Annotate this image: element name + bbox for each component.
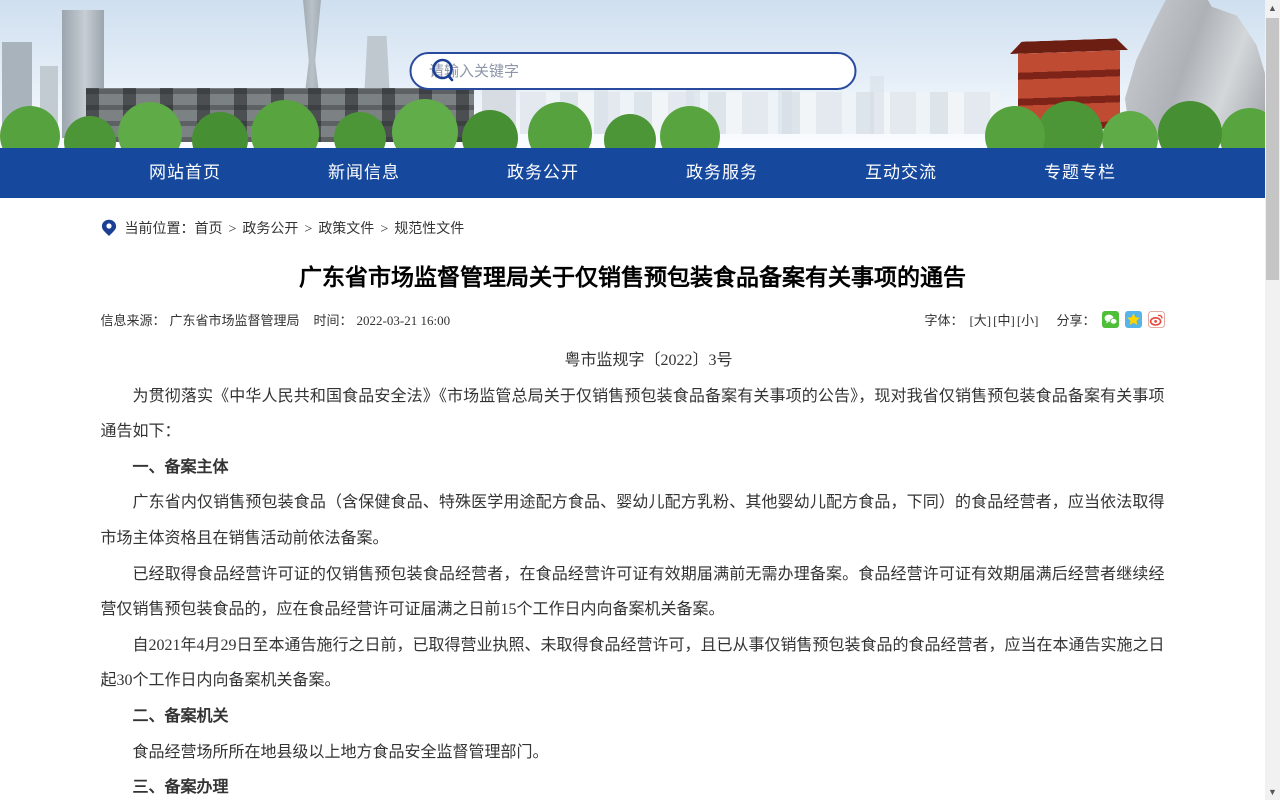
weibo-share-button[interactable] xyxy=(1148,311,1165,328)
breadcrumb-item[interactable]: 政策文件 xyxy=(318,222,374,237)
wechat-share-button[interactable] xyxy=(1102,311,1119,328)
nav-item[interactable]: 政务公开 xyxy=(454,148,633,198)
font-size-buttons: [大][中][小] xyxy=(969,310,1040,329)
search-icon xyxy=(430,58,456,84)
qzone-share-button[interactable] xyxy=(1125,311,1142,328)
header-banner xyxy=(0,0,1265,148)
article-meta-left: 信息来源： 广东省市场监督管理局时间： 2022-03-21 16:00 xyxy=(101,310,455,329)
font-size-button[interactable]: [中] xyxy=(993,313,1015,328)
section-heading: 二、备案机关 xyxy=(101,699,1165,735)
scrollbar[interactable]: ▲ ▼ xyxy=(1265,0,1280,800)
time-value: 2022-03-21 16:00 xyxy=(357,313,451,328)
breadcrumb-separator: > xyxy=(304,222,312,237)
search-button[interactable] xyxy=(429,57,457,85)
breadcrumb: 当前位置： 首页 > 政务公开 > 政策文件 > 规范性文件 xyxy=(101,218,1165,238)
font-size-button[interactable]: [小] xyxy=(1017,313,1039,328)
nav-menu: 网站首页新闻信息政务公开政务服务互动交流专题专栏 xyxy=(96,148,1170,198)
scroll-down-button[interactable]: ▼ xyxy=(1265,784,1280,800)
wechat-icon xyxy=(1102,311,1119,328)
article-paragraphs: 为贯彻落实《中华人民共和国食品安全法》《市场监管总局关于仅销售预包装食品备案有关… xyxy=(101,379,1165,800)
document-number: 粤市监规字〔2022〕3号 xyxy=(101,343,1165,379)
location-pin-icon xyxy=(101,219,117,237)
page-title: 广东省市场监督管理局关于仅销售预包装食品备案有关事项的通告 xyxy=(101,258,1165,292)
section-heading: 一、备案主体 xyxy=(101,450,1165,486)
breadcrumb-item[interactable]: 首页 xyxy=(195,222,223,237)
font-size-label: 字体： xyxy=(924,310,963,329)
article-body: 粤市监规字〔2022〕3号 为贯彻落实《中华人民共和国食品安全法》《市场监管总局… xyxy=(101,343,1165,800)
qzone-icon xyxy=(1125,311,1142,328)
search-bar xyxy=(409,52,856,90)
breadcrumb-separator: > xyxy=(229,222,237,237)
article-meta: 信息来源： 广东省市场监督管理局时间： 2022-03-21 16:00 字体： [… xyxy=(101,310,1165,329)
source-label: 信息来源： xyxy=(101,313,166,328)
breadcrumb-separator: > xyxy=(380,222,388,237)
source-value: 广东省市场监督管理局 xyxy=(170,313,300,328)
scroll-up-button[interactable]: ▲ xyxy=(1265,0,1280,16)
paragraph: 为贯彻落实《中华人民共和国食品安全法》《市场监管总局关于仅销售预包装食品备案有关… xyxy=(101,379,1165,450)
breadcrumb-item[interactable]: 规范性文件 xyxy=(394,222,464,237)
museum-building-illustration xyxy=(86,88,474,142)
nav-item[interactable]: 专题专栏 xyxy=(991,148,1170,198)
five-rams-statue-illustration xyxy=(1125,0,1265,140)
breadcrumb-items: 首页 > 政务公开 > 政策文件 > 规范性文件 xyxy=(195,218,465,238)
time-label: 时间： xyxy=(314,313,353,328)
paragraph: 自2021年4月29日至本通告施行之日前，已取得营业执照、未取得食品经营许可，且… xyxy=(101,628,1165,699)
scrollbar-thumb[interactable] xyxy=(1266,18,1279,280)
page: 网站首页新闻信息政务公开政务服务互动交流专题专栏 当前位置： 首页>政务公开>政… xyxy=(0,0,1265,800)
weibo-icon xyxy=(1148,311,1165,328)
nav-item[interactable]: 互动交流 xyxy=(812,148,991,198)
section-heading: 三、备案办理 xyxy=(101,770,1165,800)
nav-item[interactable]: 新闻信息 xyxy=(275,148,454,198)
nav-item[interactable]: 网站首页 xyxy=(96,148,275,198)
nav-item[interactable]: 政务服务 xyxy=(633,148,812,198)
main-nav: 网站首页新闻信息政务公开政务服务互动交流专题专栏 xyxy=(0,148,1265,198)
breadcrumb-label: 当前位置： xyxy=(125,218,195,238)
breadcrumb-item[interactable]: 政务公开 xyxy=(242,222,298,237)
search-input[interactable] xyxy=(429,63,628,80)
paragraph: 食品经营场所所在地县级以上地方食品安全监督管理部门。 xyxy=(101,735,1165,771)
paragraph: 广东省内仅销售预包装食品（含保健食品、特殊医学用途配方食品、婴幼儿配方乳粉、其他… xyxy=(101,485,1165,556)
font-size-button[interactable]: [大] xyxy=(969,313,991,328)
article-meta-right: 字体： [大][中][小] 分享： xyxy=(924,310,1164,329)
paragraph: 已经取得食品经营许可证的仅销售预包装食品经营者，在食品经营许可证有效期届满前无需… xyxy=(101,557,1165,628)
share-label: 分享： xyxy=(1056,310,1095,329)
